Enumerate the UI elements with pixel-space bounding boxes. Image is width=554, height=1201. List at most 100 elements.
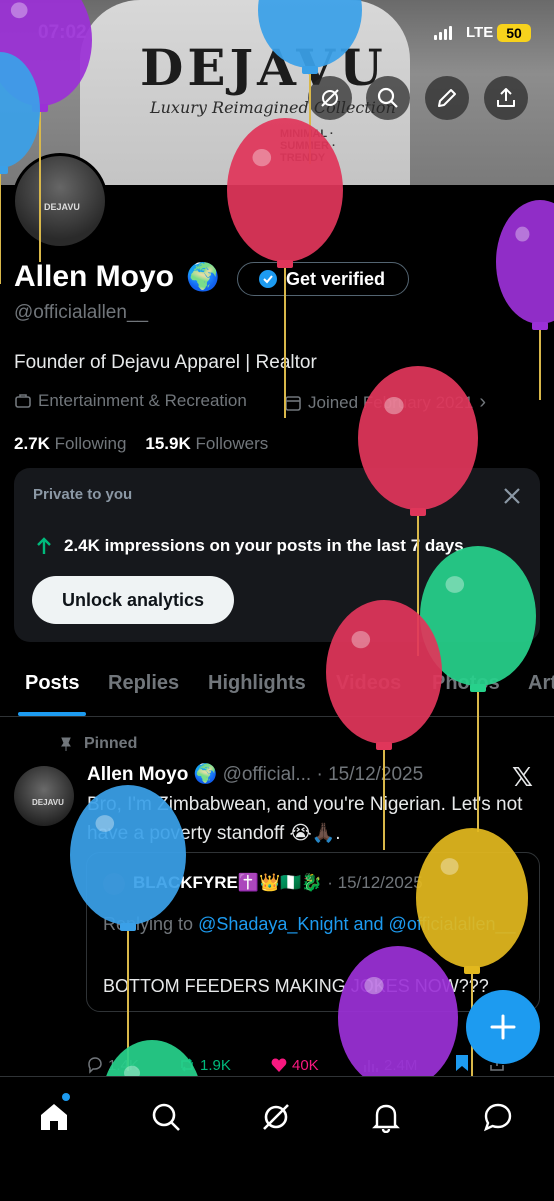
compose-post-button[interactable] bbox=[466, 990, 540, 1064]
followers-count: 15.9K bbox=[145, 434, 191, 453]
quote-author: BLACKFYRE✝️👑🇳🇬🐉 bbox=[133, 873, 323, 892]
profile-handle: @officialallen__ bbox=[14, 302, 149, 323]
home-notification-dot bbox=[62, 1093, 70, 1101]
reply-button[interactable]: 1.4K bbox=[86, 1056, 178, 1074]
pin-icon bbox=[61, 737, 71, 751]
following-label: Following bbox=[54, 434, 127, 453]
reply-mention-2[interactable]: @officialallen__ bbox=[389, 914, 516, 934]
balloon bbox=[496, 200, 554, 400]
tab-articles[interactable]: Art bbox=[528, 672, 554, 695]
bell-icon bbox=[372, 1104, 400, 1133]
banner-tagline: Luxury Reimagined Collection bbox=[150, 98, 396, 117]
quote-text: BOTTOM FEEDERS MAKING JOKES NOW??? bbox=[103, 976, 489, 996]
edit-icon bbox=[438, 89, 456, 107]
post-avatar[interactable]: DEJAVU bbox=[14, 766, 74, 826]
profile-category: Entertainment & Recreation bbox=[14, 391, 247, 411]
tab-highlights[interactable]: Highlights bbox=[208, 672, 306, 695]
nav-grok[interactable] bbox=[256, 1097, 296, 1137]
followers-label: Followers bbox=[195, 434, 269, 453]
calendar-icon bbox=[285, 395, 301, 411]
battery-indicator: 50 bbox=[497, 24, 531, 42]
nav-notifications[interactable] bbox=[366, 1097, 406, 1137]
profile-tabs: Posts Replies Highlights Videos Photos A… bbox=[0, 668, 554, 717]
edit-button[interactable] bbox=[425, 76, 469, 120]
post-actions: 1.4K 1.9K 40K 2.4M bbox=[86, 1054, 546, 1076]
arrow-up-icon bbox=[37, 537, 51, 554]
nav-messages[interactable] bbox=[478, 1097, 518, 1137]
home-icon bbox=[41, 1104, 67, 1130]
status-time: 07:02 bbox=[38, 22, 87, 43]
replying-prefix: Replying to bbox=[103, 914, 194, 934]
nav-search[interactable] bbox=[146, 1097, 186, 1137]
reply-mention-1[interactable]: @Shadaya_Knight bbox=[198, 914, 348, 934]
views-button[interactable]: 2.4M bbox=[362, 1056, 454, 1074]
like-button[interactable]: 40K bbox=[270, 1056, 362, 1074]
post-avatar-text: DEJAVU bbox=[32, 798, 64, 807]
quote-avatar bbox=[103, 873, 125, 895]
grok-icon bbox=[321, 89, 339, 107]
avatar-brand-text: DEJAVU bbox=[44, 202, 80, 212]
followers-link[interactable]: 15.9K Followers bbox=[145, 434, 268, 453]
nav-home[interactable] bbox=[34, 1093, 74, 1137]
reply-icon bbox=[88, 1057, 102, 1074]
views-count: 2.4M bbox=[384, 1056, 418, 1074]
quote-header: BLACKFYRE✝️👑🇳🇬🐉 · 15/12/2025 bbox=[133, 873, 423, 893]
x-logo-icon: 𝕏 bbox=[512, 762, 533, 792]
get-verified-label: Get verified bbox=[286, 268, 386, 289]
post-handle[interactable]: @official... bbox=[223, 764, 312, 785]
grok-nav-icon bbox=[263, 1104, 289, 1130]
following-link[interactable]: 2.7K Following bbox=[14, 434, 126, 453]
tab-posts[interactable]: Posts bbox=[25, 672, 79, 695]
search-button[interactable] bbox=[366, 76, 410, 120]
share-button[interactable] bbox=[484, 76, 528, 120]
following-count: 2.7K bbox=[14, 434, 50, 453]
profile-name: Allen Moyo bbox=[14, 260, 175, 293]
profile-avatar[interactable]: DEJAVU bbox=[12, 153, 108, 249]
tab-photos[interactable]: Photos bbox=[432, 672, 500, 695]
repost-button[interactable]: 1.9K bbox=[178, 1056, 270, 1074]
banner-subline: MINIMAL · SUMMER · TRENDY bbox=[280, 128, 336, 164]
grok-button[interactable] bbox=[308, 76, 352, 120]
message-icon bbox=[483, 1103, 512, 1132]
quote-replying-to: Replying to @Shadaya_Knight and @officia… bbox=[103, 909, 523, 939]
unlock-analytics-button[interactable]: Unlock analytics bbox=[32, 576, 234, 624]
analytics-card: Private to you 2.4K impressions on your … bbox=[14, 468, 540, 642]
tab-videos[interactable]: Videos bbox=[336, 672, 401, 695]
like-count: 40K bbox=[292, 1056, 319, 1074]
pinned-label: Pinned bbox=[58, 735, 137, 753]
chevron-right-icon: › bbox=[479, 391, 487, 413]
repost-icon bbox=[181, 1058, 193, 1072]
bookmark-icon bbox=[456, 1055, 468, 1071]
close-icon bbox=[504, 488, 520, 504]
profile-bio: Founder of Dejavu Apparel | Realtor bbox=[14, 352, 317, 373]
follow-counts: 2.7K Following 15.9K Followers bbox=[14, 434, 268, 454]
pinned-text: Pinned bbox=[84, 735, 138, 752]
quoted-post[interactable]: BLACKFYRE✝️👑🇳🇬🐉 · 15/12/2025 Replying to… bbox=[86, 852, 540, 1012]
category-label: Entertainment & Recreation bbox=[38, 391, 247, 410]
plus-icon bbox=[490, 1014, 516, 1040]
search-nav-icon bbox=[152, 1103, 180, 1131]
tab-replies[interactable]: Replies bbox=[108, 672, 179, 695]
heart-icon bbox=[271, 1058, 287, 1072]
network-label: LTE bbox=[466, 24, 494, 41]
repost-count: 1.9K bbox=[200, 1056, 231, 1074]
impressions-text: 2.4K impressions on your posts in the la… bbox=[64, 536, 464, 555]
globe-emoji: 🌍 bbox=[186, 262, 220, 292]
bottom-navigation bbox=[0, 1076, 554, 1201]
reply-and: and bbox=[353, 914, 384, 934]
verified-badge-icon bbox=[259, 270, 277, 288]
active-tab-indicator bbox=[18, 712, 86, 716]
views-icon bbox=[364, 1060, 378, 1072]
profile-joined[interactable]: Joined February 2021 › bbox=[284, 391, 486, 414]
post-text: Bro, I'm Zimbabwean, and you're Nigerian… bbox=[87, 794, 523, 844]
post-author[interactable]: Allen Moyo 🌍 bbox=[87, 764, 217, 785]
quote-date: · 15/12/2025 bbox=[327, 873, 423, 892]
signal-icon bbox=[434, 26, 452, 40]
search-icon bbox=[377, 87, 398, 108]
get-verified-button[interactable]: Get verified bbox=[237, 262, 409, 296]
close-button[interactable] bbox=[498, 482, 526, 510]
reply-count: 1.4K bbox=[108, 1056, 139, 1074]
joined-label: Joined February 2021 bbox=[308, 392, 474, 412]
share-icon bbox=[497, 88, 515, 107]
private-label: Private to you bbox=[33, 486, 133, 503]
